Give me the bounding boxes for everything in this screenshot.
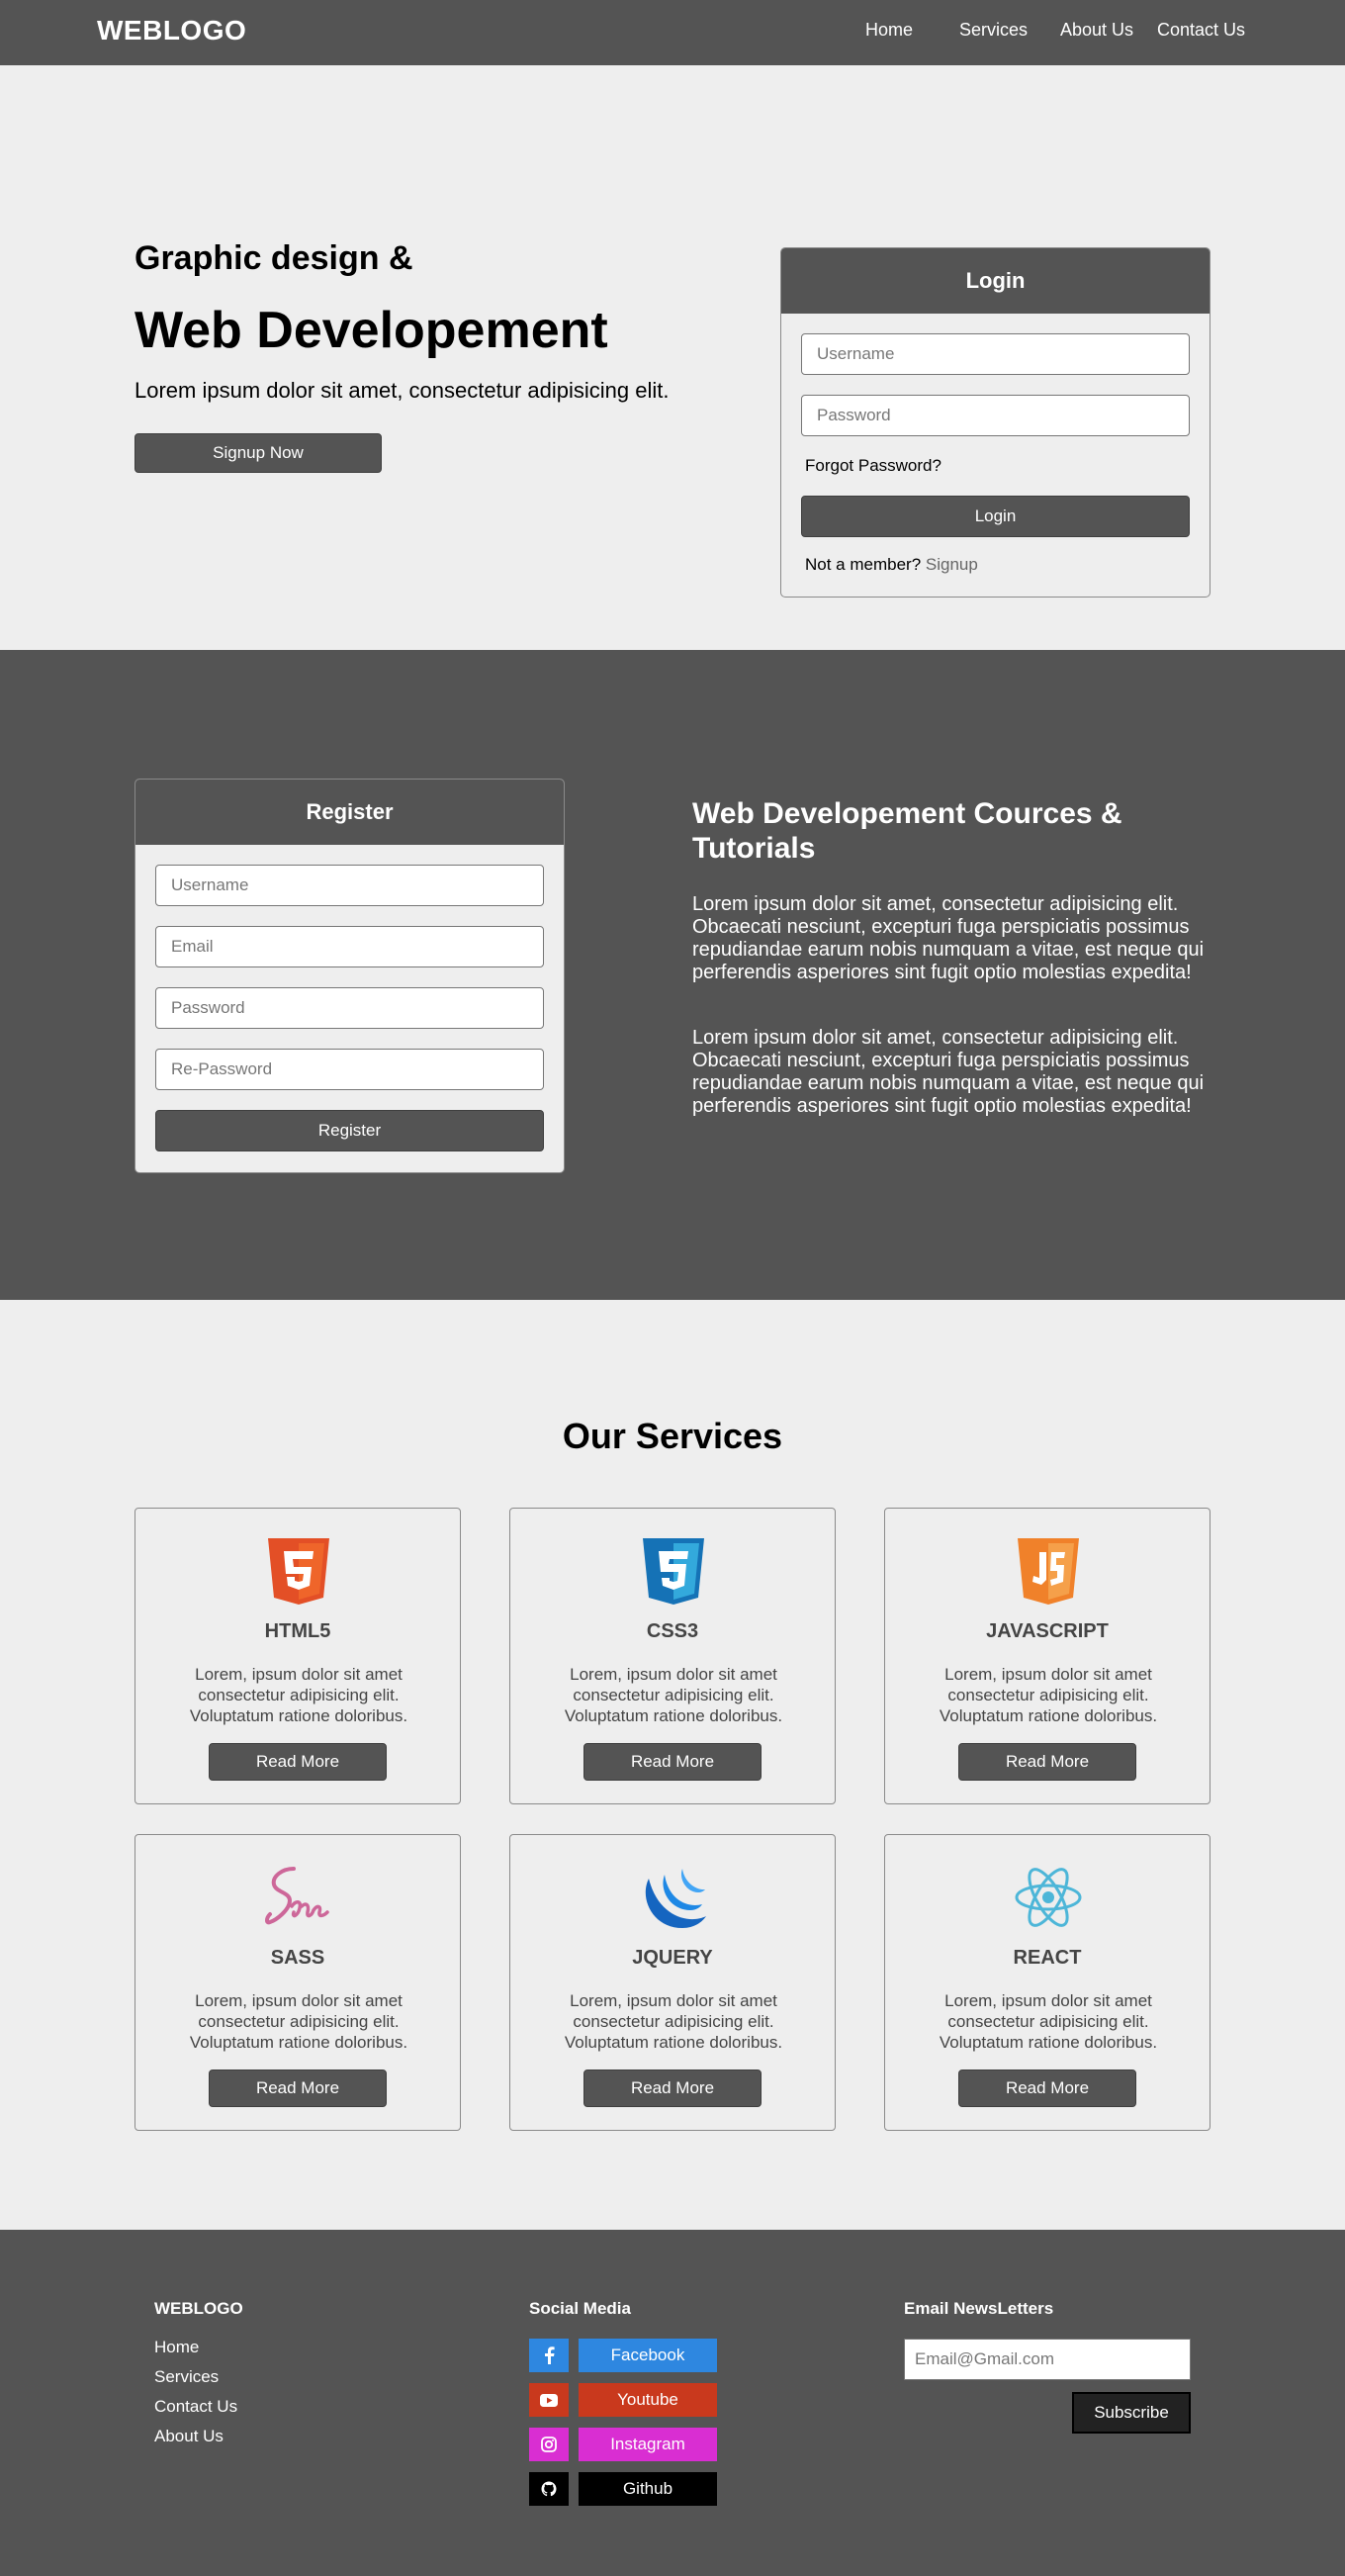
read-more-button[interactable]: Read More — [209, 2070, 387, 2107]
read-more-button[interactable]: Read More — [209, 1743, 387, 1781]
service-name: SASS — [270, 1947, 325, 1969]
footer-link-about[interactable]: About Us — [154, 2427, 224, 2446]
service-name: REACT — [1013, 1947, 1082, 1969]
service-card-sass: SASS Lorem, ipsum dolor sit amet consect… — [134, 1834, 461, 2131]
service-text: Lorem, ipsum dolor sit amet consectetur … — [939, 1665, 1158, 1725]
login-username-input[interactable]: Username — [801, 333, 1190, 375]
subscribe-button[interactable]: Subscribe — [1072, 2392, 1191, 2434]
forgot-password-link[interactable]: Forgot Password? — [805, 456, 942, 476]
footer: WEBLOGO Home Services Contact Us About U… — [0, 2230, 1345, 2576]
youtube-button[interactable]: Youtube — [579, 2383, 717, 2417]
service-card-jquery: JQUERY Lorem, ipsum dolor sit amet conse… — [509, 1834, 836, 2131]
service-name: HTML5 — [264, 1620, 331, 1642]
instagram-icon[interactable] — [529, 2428, 569, 2461]
signup-now-button[interactable]: Signup Now — [134, 433, 382, 473]
service-name: CSS3 — [646, 1620, 699, 1642]
service-text: Lorem, ipsum dolor sit amet consectetur … — [564, 1665, 783, 1725]
service-text: Lorem, ipsum dolor sit amet consectetur … — [939, 1991, 1158, 2052]
login-password-input[interactable]: Password — [801, 395, 1190, 436]
hero-title: Web Developement — [134, 302, 608, 359]
footer-link-services[interactable]: Services — [154, 2367, 219, 2387]
login-button[interactable]: Login — [801, 496, 1190, 537]
read-more-button[interactable]: Read More — [958, 1743, 1136, 1781]
read-more-button[interactable]: Read More — [583, 2070, 762, 2107]
html5-icon — [268, 1538, 329, 1605]
social-media-title: Social Media — [529, 2299, 631, 2318]
service-text: Lorem, ipsum dolor sit amet consectetur … — [564, 1991, 783, 2052]
github-icon[interactable] — [529, 2472, 569, 2506]
hero-subtitle: Graphic design & — [134, 239, 413, 277]
newsletter-title: Email NewsLetters — [904, 2299, 1054, 2318]
facebook-button[interactable]: Facebook — [579, 2339, 717, 2372]
javascript-icon — [1018, 1538, 1079, 1605]
css3-icon — [643, 1538, 704, 1605]
react-icon — [1015, 1868, 1082, 1927]
youtube-icon[interactable] — [529, 2383, 569, 2417]
register-repassword-input[interactable]: Re-Password — [155, 1049, 544, 1090]
service-name: JQUERY — [632, 1947, 713, 1969]
service-text: Lorem, ipsum dolor sit amet consectetur … — [189, 1665, 408, 1725]
hero-section: Graphic design & Web Developement Lorem … — [0, 65, 1345, 650]
courses-paragraph-2: Lorem ipsum dolor sit amet, consectetur … — [692, 1027, 1205, 1117]
register-username-input[interactable]: Username — [155, 865, 544, 906]
service-card-react: REACT Lorem, ipsum dolor sit amet consec… — [884, 1834, 1210, 2131]
signup-link[interactable]: Signup — [926, 555, 978, 574]
service-card-javascript: JAVASCRIPT Lorem, ipsum dolor sit amet c… — [884, 1508, 1210, 1804]
read-more-button[interactable]: Read More — [583, 1743, 762, 1781]
footer-logo: WEBLOGO — [154, 2299, 243, 2318]
nav-link-about[interactable]: About Us — [1060, 20, 1133, 41]
nav-link-services[interactable]: Services — [959, 20, 1028, 41]
services-title: Our Services — [562, 1416, 783, 1456]
site-logo[interactable]: WEBLOGO — [97, 15, 246, 46]
member-text: Not a member? — [805, 555, 922, 574]
read-more-button[interactable]: Read More — [958, 2070, 1136, 2107]
courses-paragraph-1: Lorem ipsum dolor sit amet, consectetur … — [692, 893, 1205, 983]
register-section: Register Username Email Password Re-Pass… — [0, 650, 1345, 1300]
register-email-input[interactable]: Email — [155, 926, 544, 967]
hero-text: Lorem ipsum dolor sit amet, consectetur … — [134, 378, 670, 403]
navbar: WEBLOGO Home Services About Us Contact U… — [0, 0, 1345, 65]
sass-icon — [265, 1867, 329, 1925]
login-title: Login — [781, 248, 1210, 314]
service-card-css3: CSS3 Lorem, ipsum dolor sit amet consect… — [509, 1508, 836, 1804]
footer-link-contact[interactable]: Contact Us — [154, 2397, 237, 2417]
jquery-icon — [645, 1869, 706, 1928]
member-prompt: Not a member? Signup — [805, 555, 978, 575]
services-section: Our Services HTML5 Lorem, ipsum dolor si… — [0, 1300, 1345, 2230]
register-card: Register Username Email Password Re-Pass… — [134, 779, 565, 1173]
service-name: JAVASCRIPT — [986, 1620, 1109, 1642]
service-text: Lorem, ipsum dolor sit amet consectetur … — [189, 1991, 408, 2052]
footer-link-home[interactable]: Home — [154, 2338, 199, 2357]
register-title: Register — [135, 780, 564, 845]
login-card: Login Username Password Forgot Password?… — [780, 247, 1210, 598]
github-button[interactable]: Github — [579, 2472, 717, 2506]
facebook-icon[interactable] — [529, 2339, 569, 2372]
nav-link-home[interactable]: Home — [865, 20, 913, 41]
nav-link-contact[interactable]: Contact Us — [1157, 20, 1245, 41]
newsletter-email-input[interactable]: Email@Gmail.com — [904, 2339, 1191, 2380]
register-password-input[interactable]: Password — [155, 987, 544, 1029]
register-button[interactable]: Register — [155, 1110, 544, 1151]
service-card-html5: HTML5 Lorem, ipsum dolor sit amet consec… — [134, 1508, 461, 1804]
courses-title: Web Developement Cources & Tutorials — [692, 797, 1122, 865]
instagram-button[interactable]: Instagram — [579, 2428, 717, 2461]
